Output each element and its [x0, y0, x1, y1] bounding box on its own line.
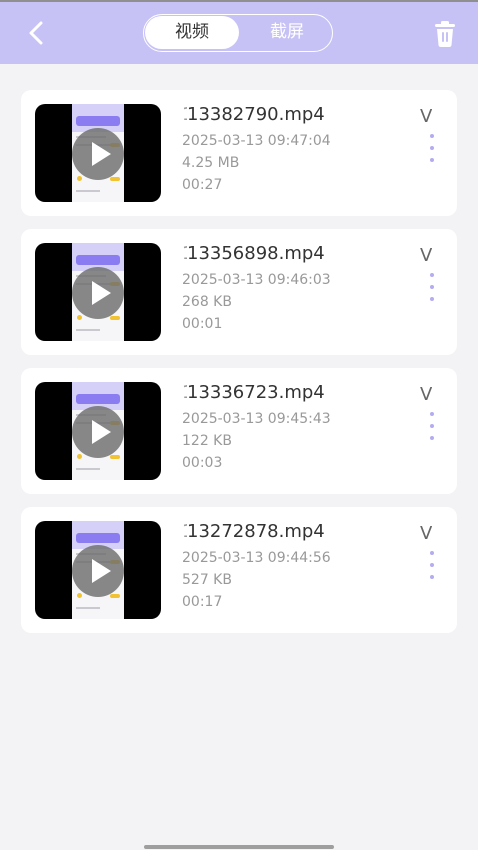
video-info: 113336723.mp4 2025-03-13 09:45:43 122 KB… [182, 378, 428, 484]
video-duration: 00:27 [182, 177, 223, 193]
video-thumbnail[interactable] [35, 382, 161, 480]
video-filename: 113272878.mp4 [182, 521, 325, 542]
video-size: 268 KB [182, 294, 232, 310]
back-button[interactable] [20, 16, 52, 50]
video-thumbnail[interactable] [35, 104, 161, 202]
play-icon [72, 545, 124, 597]
video-card[interactable]: 113272878.mp4 2025-03-13 09:44:56 527 KB… [21, 507, 457, 633]
video-date: 2025-03-13 09:46:03 [182, 272, 331, 288]
trash-icon [435, 21, 455, 47]
video-tag: V [420, 245, 432, 266]
video-tag: V [420, 106, 432, 127]
video-tag: V [420, 384, 432, 405]
video-filename: 113336723.mp4 [182, 382, 325, 403]
tab-screenshot[interactable]: 截屏 [244, 16, 330, 49]
video-duration: 00:03 [182, 455, 223, 471]
video-filename: 113356898.mp4 [182, 243, 325, 264]
video-info: 113356898.mp4 2025-03-13 09:46:03 268 KB… [182, 239, 428, 345]
video-size: 527 KB [182, 572, 232, 588]
video-filename: 113382790.mp4 [182, 104, 325, 125]
video-info: 113382790.mp4 2025-03-13 09:47:04 4.25 M… [182, 100, 428, 206]
video-size: 4.25 MB [182, 155, 240, 171]
delete-button[interactable] [432, 20, 458, 48]
video-card[interactable]: 113336723.mp4 2025-03-13 09:45:43 122 KB… [21, 368, 457, 494]
video-date: 2025-03-13 09:45:43 [182, 411, 331, 427]
video-date: 2025-03-13 09:47:04 [182, 133, 331, 149]
home-indicator [144, 845, 334, 849]
more-vertical-icon[interactable] [423, 410, 443, 442]
video-card[interactable]: 113382790.mp4 2025-03-13 09:47:04 4.25 M… [21, 90, 457, 216]
top-bar: 视频 截屏 [0, 0, 478, 64]
chevron-left-icon [29, 21, 43, 45]
video-info: 113272878.mp4 2025-03-13 09:44:56 527 KB… [182, 517, 428, 623]
video-tag: V [420, 523, 432, 544]
more-vertical-icon[interactable] [423, 549, 443, 581]
video-size: 122 KB [182, 433, 232, 449]
play-icon [72, 128, 124, 180]
more-vertical-icon[interactable] [423, 271, 443, 303]
more-vertical-icon[interactable] [423, 132, 443, 164]
media-type-toggle: 视频 截屏 [143, 14, 333, 52]
play-icon [72, 267, 124, 319]
tab-video[interactable]: 视频 [145, 16, 239, 49]
play-icon [72, 406, 124, 458]
video-card[interactable]: 113356898.mp4 2025-03-13 09:46:03 268 KB… [21, 229, 457, 355]
video-thumbnail[interactable] [35, 243, 161, 341]
video-duration: 00:01 [182, 316, 223, 332]
video-date: 2025-03-13 09:44:56 [182, 550, 331, 566]
video-duration: 00:17 [182, 594, 223, 610]
video-thumbnail[interactable] [35, 521, 161, 619]
